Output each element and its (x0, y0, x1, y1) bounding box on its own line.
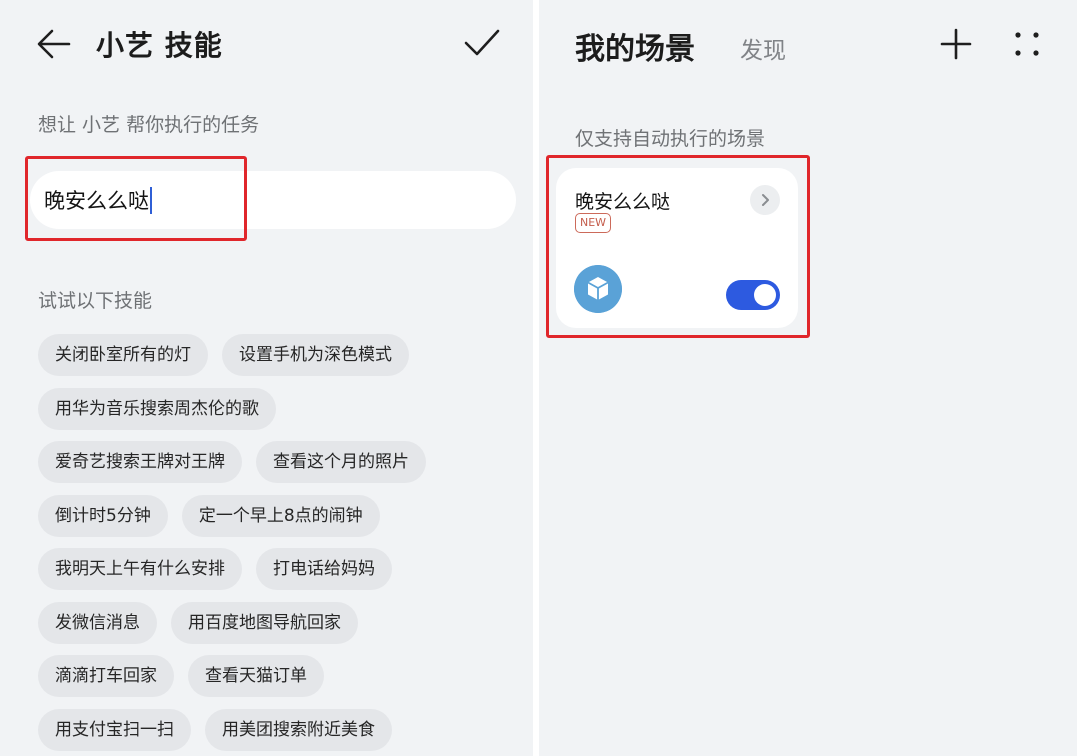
suggestion-row: 倒计时5分钟 定一个早上8点的闹钟 (38, 494, 508, 537)
suggestion-chip[interactable]: 关闭卧室所有的灯 (38, 334, 208, 376)
task-input-value[interactable]: 晚安么么哒 (44, 185, 152, 215)
suggestion-chip[interactable]: 滴滴打车回家 (38, 655, 174, 697)
task-input[interactable]: 晚安么么哒 (30, 171, 516, 229)
scenes-title: 我的场景 (575, 32, 695, 67)
more-dots-icon[interactable] (1012, 30, 1042, 58)
suggestion-row: 发微信消息 用百度地图导航回家 (38, 601, 508, 644)
suggestion-row: 关闭卧室所有的灯 设置手机为深色模式 (38, 334, 508, 376)
scene-name: 晚安么么哒 (575, 191, 671, 213)
suggestion-row: 滴滴打车回家 查看天猫订单 (38, 655, 508, 697)
text-caret (150, 187, 152, 214)
suggestion-chip[interactable]: 打电话给妈妈 (256, 548, 392, 590)
suggestion-chip[interactable]: 设置手机为深色模式 (222, 334, 409, 376)
scene-card[interactable]: 晚安么么哒 NEW (556, 168, 798, 328)
suggestion-row: 爱奇艺搜索王牌对王牌 查看这个月的照片 (38, 441, 508, 483)
suggestion-list: 关闭卧室所有的灯 设置手机为深色模式 用华为音乐搜索周杰伦的歌 爱奇艺搜索王牌对… (38, 334, 508, 756)
tab-discover[interactable]: 发现 (740, 31, 786, 65)
task-prompt-label: 想让 小艺 帮你执行的任务 (38, 114, 260, 136)
plus-icon[interactable] (940, 28, 972, 60)
check-icon[interactable] (462, 26, 502, 60)
scene-toggle[interactable] (726, 280, 780, 310)
suggestion-chip[interactable]: 发微信消息 (38, 601, 157, 644)
suggestions-label: 试试以下技能 (38, 290, 153, 312)
suggestion-row: 用支付宝扫一扫 用美团搜索附近美食 (38, 708, 508, 751)
chevron-right-icon[interactable] (750, 185, 780, 215)
arrow-left-icon[interactable] (36, 28, 72, 60)
suggestion-row: 用华为音乐搜索周杰伦的歌 (38, 387, 508, 430)
suggestion-chip[interactable]: 查看天猫订单 (188, 655, 324, 697)
suggestion-chip[interactable]: 用百度地图导航回家 (171, 601, 358, 644)
suggestion-chip[interactable]: 查看这个月的照片 (256, 441, 426, 483)
suggestion-chip[interactable]: 用美团搜索附近美食 (205, 708, 392, 751)
toggle-knob (754, 284, 776, 306)
cube-icon (574, 265, 622, 313)
suggestion-row: 我明天上午有什么安排 打电话给妈妈 (38, 548, 508, 590)
auto-scenes-label: 仅支持自动执行的场景 (575, 128, 766, 150)
skills-panel: 小艺 技能 想让 小艺 帮你执行的任务 晚安么么哒 试试以下技能 关闭卧室所有的… (0, 0, 533, 756)
suggestion-chip[interactable]: 倒计时5分钟 (38, 494, 168, 537)
suggestion-chip[interactable]: 定一个早上8点的闹钟 (181, 494, 380, 537)
suggestion-chip[interactable]: 我明天上午有什么安排 (38, 548, 242, 590)
page-title: 小艺 技能 (96, 29, 223, 62)
suggestion-chip[interactable]: 用支付宝扫一扫 (38, 708, 191, 751)
suggestion-chip[interactable]: 用华为音乐搜索周杰伦的歌 (38, 387, 276, 430)
scenes-panel (539, 0, 1077, 756)
suggestion-chip[interactable]: 爱奇艺搜索王牌对王牌 (38, 441, 242, 483)
new-badge: NEW (575, 213, 612, 233)
